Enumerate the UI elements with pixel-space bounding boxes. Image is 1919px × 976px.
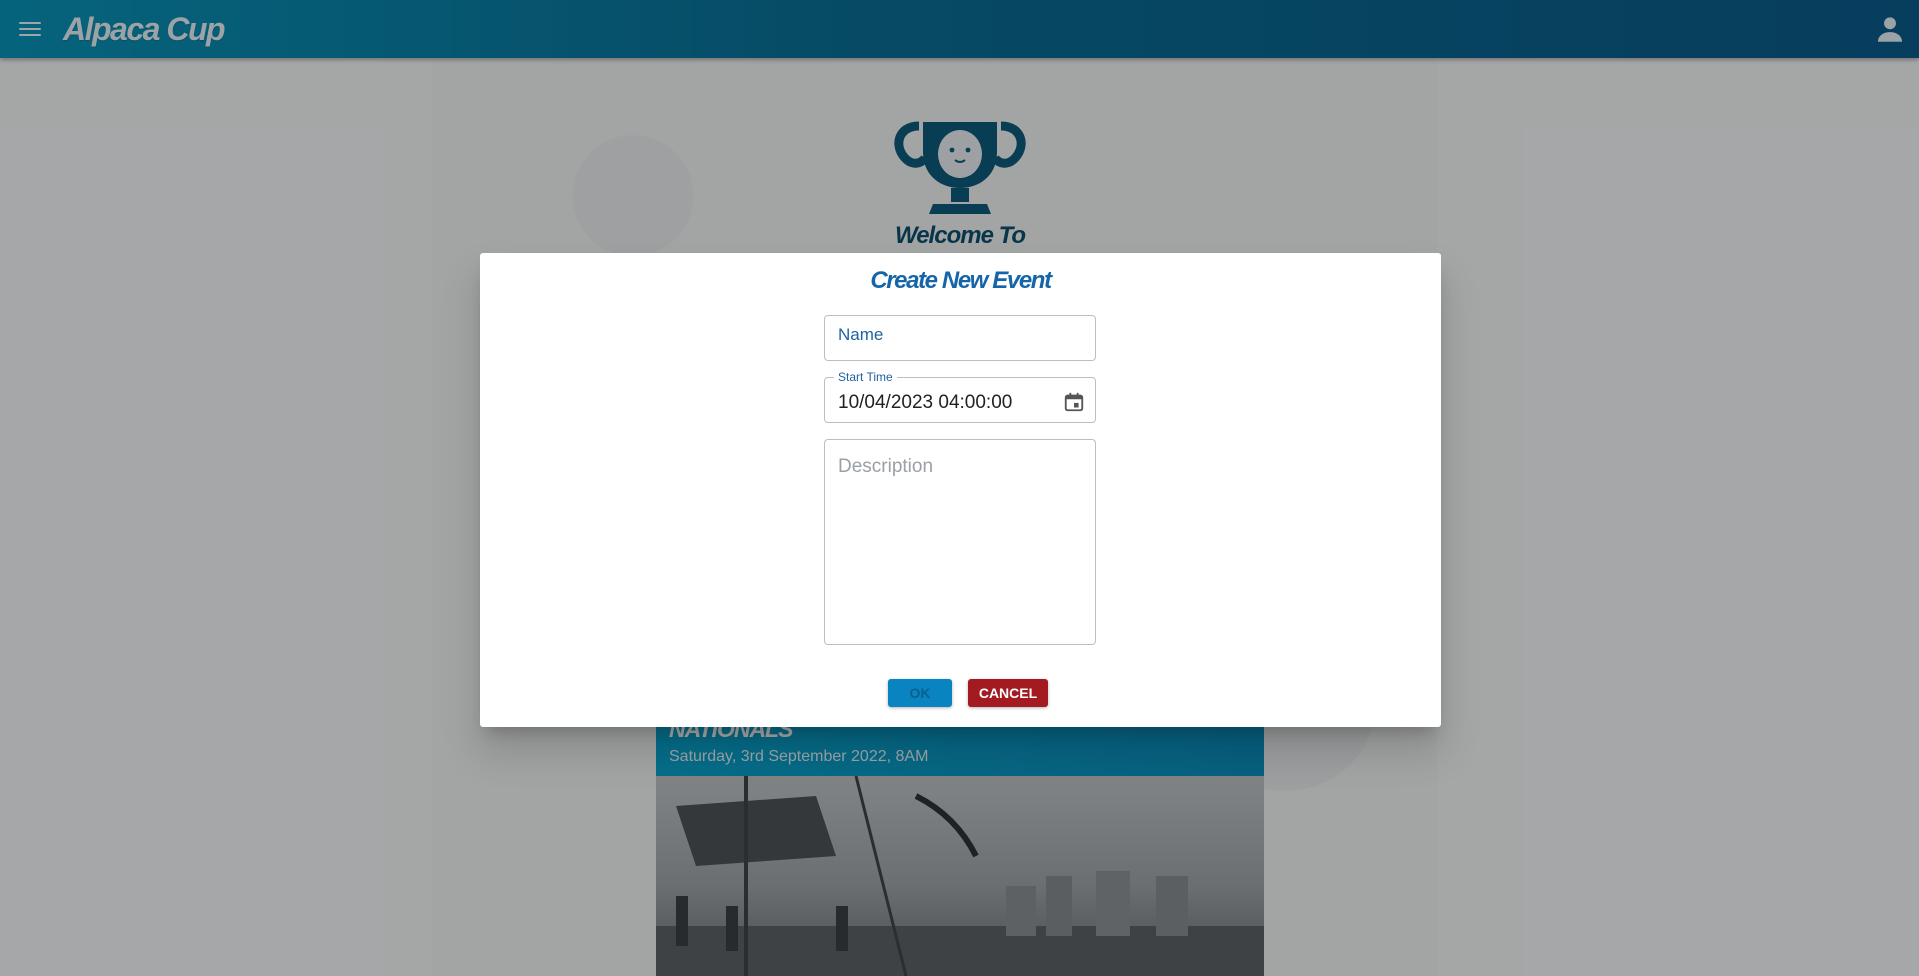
description-field[interactable] bbox=[824, 439, 1096, 645]
start-time-field[interactable]: Start Time bbox=[824, 370, 1096, 423]
description-textarea[interactable] bbox=[825, 440, 1095, 644]
cancel-button[interactable]: CANCEL bbox=[968, 679, 1048, 707]
name-input[interactable] bbox=[825, 316, 1095, 360]
ok-button[interactable]: OK bbox=[888, 679, 952, 707]
calendar-icon[interactable] bbox=[1063, 391, 1085, 413]
app-root: Alpaca Cup Welcome To NATIONALS Saturday… bbox=[0, 0, 1919, 976]
name-field[interactable] bbox=[824, 315, 1096, 361]
dialog-title: Create New Event bbox=[870, 267, 1052, 294]
start-time-input[interactable] bbox=[825, 378, 1095, 422]
start-time-label: Start Time bbox=[834, 370, 897, 384]
create-event-dialog: Create New Event Start Time OK CANCEL bbox=[480, 253, 1441, 727]
